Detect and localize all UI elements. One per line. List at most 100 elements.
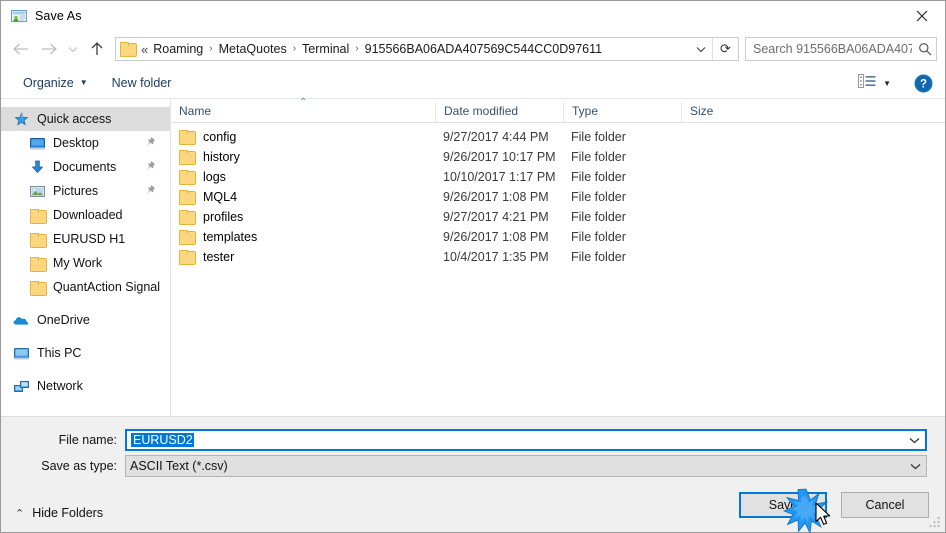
breadcrumb-item-0[interactable]: Roaming [150,42,206,56]
view-options-button[interactable]: ▼ [852,71,897,96]
chevron-up-icon: ⌃ [15,507,25,520]
breadcrumb-separator[interactable]: › [206,44,215,54]
breadcrumb: « Roaming › MetaQuotes › Terminal › 9155… [140,42,690,57]
refresh-icon[interactable]: ⟳ [712,38,738,60]
file-date-modified: 10/4/2017 1:35 PM [443,250,549,264]
column-header-date-modified[interactable]: Date modified [435,102,563,122]
documents-download-icon [29,159,45,175]
breadcrumb-item-2[interactable]: Terminal [299,42,352,56]
pin-icon[interactable] [144,184,156,198]
file-type: File folder [571,190,626,204]
sidebar-item-quick-access[interactable]: Quick access [1,107,170,131]
cancel-button-label: Cancel [865,498,905,512]
folder-icon [29,255,47,272]
folder-icon [29,279,47,296]
navigation-bar: « Roaming › MetaQuotes › Terminal › 9155… [1,31,945,67]
table-row[interactable]: tester 10/4/2017 1:35 PM File folder [171,247,945,267]
forward-arrow-icon[interactable] [35,35,63,63]
folder-icon [29,231,47,248]
pin-icon[interactable] [144,136,156,150]
column-header-type[interactable]: Type [563,102,681,122]
back-arrow-icon[interactable] [7,35,35,63]
sidebar-item-pictures[interactable]: Pictures [1,179,170,203]
file-type: File folder [571,150,626,164]
folder-icon [179,210,195,224]
sidebar-item-network[interactable]: Network [1,374,170,398]
address-dropdown-chevron-down-icon[interactable] [690,38,712,60]
sidebar-item-eurusd-h1[interactable]: EURUSD H1 [1,227,170,251]
search-input[interactable] [746,42,914,56]
table-row[interactable]: MQL4 9/26/2017 1:08 PM File folder [171,187,945,207]
chevron-down-icon: ▼ [79,78,88,87]
sidebar-item-label: Quick access [37,112,112,126]
dialog-footer: File name: EURUSD2 Save as type: ASCII T… [1,416,945,532]
quick-access-star-icon [13,111,29,127]
chevron-down-icon[interactable] [904,463,926,470]
table-row[interactable]: templates 9/26/2017 1:08 PM File folder [171,227,945,247]
file-name-combobox[interactable]: EURUSD2 [125,429,927,451]
column-header-size[interactable]: Size [681,102,763,122]
breadcrumb-separator[interactable]: › [290,44,299,54]
folder-icon [179,150,195,164]
sidebar-item-onedrive[interactable]: OneDrive [1,308,170,332]
file-list-pane: Name Date modified Type Size ⌃ config 9/… [171,98,945,416]
table-row[interactable]: profiles 9/27/2017 4:21 PM File folder [171,207,945,227]
folder-icon [179,130,195,144]
onedrive-cloud-icon [13,312,29,328]
sidebar-item-documents[interactable]: Documents [1,155,170,179]
file-name-input[interactable]: EURUSD2 [127,433,903,447]
navigation-sidebar: Quick access Desktop Documents Pictures … [1,99,171,416]
this-pc-monitor-icon [13,345,29,361]
sidebar-item-label: Desktop [53,136,99,150]
breadcrumb-item-1[interactable]: MetaQuotes [216,42,290,56]
breadcrumb-item-3[interactable]: 915566BA06ADA407569C544CC0D97611 [362,42,605,56]
help-button[interactable]: ? [909,69,937,97]
save-button[interactable]: Save [739,492,827,518]
breadcrumb-separator[interactable]: › [352,44,361,54]
cancel-button[interactable]: Cancel [841,492,929,518]
sidebar-item-label: Pictures [53,184,99,198]
folder-icon [179,190,195,204]
file-date-modified: 10/10/2017 1:17 PM [443,170,556,184]
resize-grip[interactable] [929,516,942,529]
chevron-down-icon: ▼ [883,78,891,88]
save-as-type-label: Save as type: [41,459,117,473]
sidebar-item-my-work[interactable]: My Work [1,251,170,275]
table-row[interactable]: config 9/27/2017 4:44 PM File folder [171,127,945,147]
file-type: File folder [571,250,626,264]
save-button-label: Save [768,498,798,512]
sidebar-item-this-pc[interactable]: This PC [1,341,170,365]
save-as-type-combobox[interactable]: ASCII Text (*.csv) [125,455,927,477]
file-name-value: EURUSD2 [131,433,194,447]
search-icon[interactable] [914,42,936,56]
file-name-label: File name: [58,433,117,447]
file-list[interactable]: config 9/27/2017 4:44 PM File folder his… [171,123,945,416]
save-as-icon [11,8,27,24]
search-box[interactable] [745,37,937,61]
organize-button[interactable]: Organize ▼ [15,73,96,93]
recent-locations-chevron-down-icon[interactable] [63,35,83,63]
sidebar-item-label: This PC [37,346,82,360]
file-date-modified: 9/27/2017 4:44 PM [443,130,549,144]
sidebar-item-desktop[interactable]: Desktop [1,131,170,155]
desktop-icon [29,135,45,151]
breadcrumb-overflow[interactable]: « [140,42,150,57]
pin-icon[interactable] [144,160,156,174]
command-bar: Organize ▼ New folder ▼ ? [1,67,945,99]
sidebar-item-label: Documents [53,160,117,174]
table-row[interactable]: history 9/26/2017 10:17 PM File folder [171,147,945,167]
organize-label: Organize [23,75,74,90]
save-as-type-value: ASCII Text (*.csv) [130,459,228,473]
address-bar[interactable]: « Roaming › MetaQuotes › Terminal › 9155… [115,37,739,61]
sidebar-item-downloaded[interactable]: Downloaded [1,203,170,227]
up-arrow-icon[interactable] [83,35,111,63]
new-folder-button[interactable]: New folder [104,73,180,93]
close-button[interactable] [899,1,945,31]
table-row[interactable]: logs 10/10/2017 1:17 PM File folder [171,167,945,187]
command-bar-right: ▼ ? [852,67,937,99]
sidebar-item-quantaction-signal[interactable]: QuantAction Signal [1,275,170,299]
hide-folders-toggle[interactable]: ⌃ Hide Folders [15,506,103,520]
chevron-down-icon[interactable] [903,437,925,444]
network-icon [13,378,29,394]
svg-text:?: ? [919,78,926,90]
